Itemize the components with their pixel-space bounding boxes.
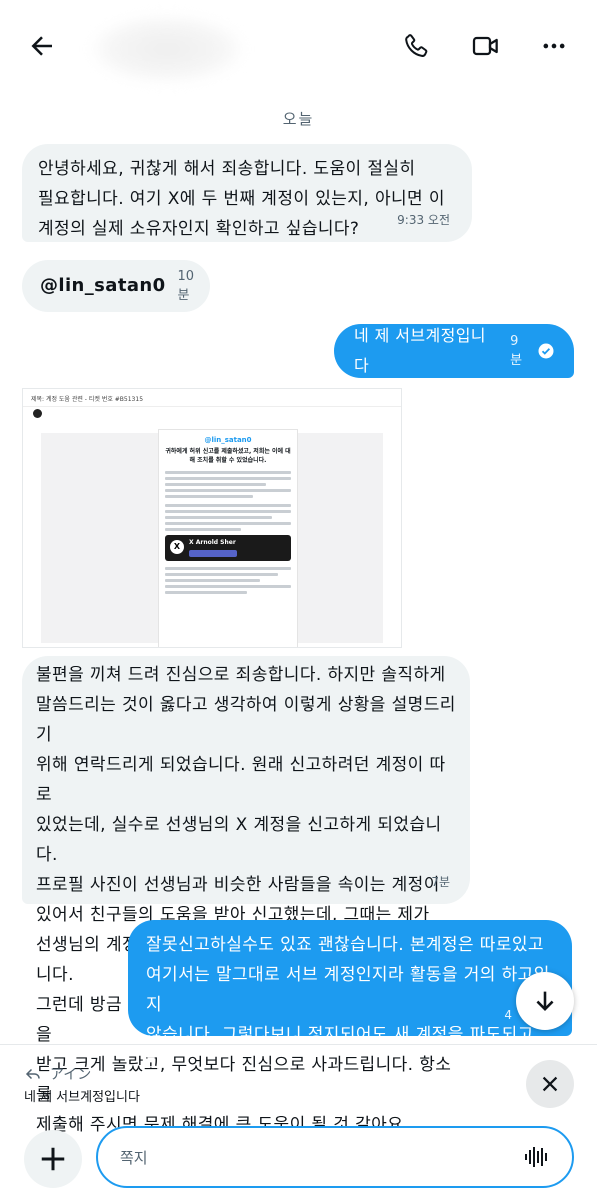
image-attachment[interactable]: 제목: 계정 도움 관련 - 티켓 번호 #B51315 @lin_satan0… xyxy=(22,388,402,648)
message-timestamp: 7분 xyxy=(431,875,450,889)
reply-author-row: アイン xyxy=(24,1064,91,1084)
x-badge-button xyxy=(189,550,237,557)
x-icon: X xyxy=(170,540,184,554)
message-line: 있었는데, 실수로 선생님의 X 계정을 신고하게 되었습니다. xyxy=(36,815,442,865)
email-body-lines xyxy=(165,471,291,531)
message-line: 말씀드리는 것이 옳다고 생각하여 이렇게 상황을 설명드리기 xyxy=(36,695,456,745)
message-line: 필요합니다. 여기 X에 두 번째 계정이 있는지, 아니면 이 xyxy=(38,189,445,209)
message-input[interactable]: 쪽지 xyxy=(96,1126,574,1188)
message-input-placeholder: 쪽지 xyxy=(120,1148,148,1167)
arrow-left-icon xyxy=(31,36,52,56)
incoming-message[interactable]: @lin_satan0 10분 xyxy=(22,260,210,312)
more-horizontal-icon xyxy=(543,43,565,49)
reply-arrow-icon xyxy=(25,1068,40,1080)
message-timestamp: 4 xyxy=(504,1008,512,1022)
cancel-reply-button[interactable] xyxy=(526,1060,574,1108)
email-sender-row xyxy=(33,409,42,418)
incoming-message[interactable]: 안녕하세요, 귀찮게 해서 죄송합니다. 도움이 절실히 필요합니다. 여기 X… xyxy=(22,144,472,242)
x-logo-icon xyxy=(33,409,42,418)
message-text: @lin_satan0 xyxy=(40,275,166,296)
plus-icon xyxy=(41,1147,65,1171)
message-line: 프로필 사진이 선생님과 비슷한 사람들을 속이는 계정이 xyxy=(36,875,440,895)
message-line: 잘못신고하실수도 있죠 괜찮습니다. 본계정은 따로있고 xyxy=(146,935,544,955)
scroll-to-bottom-button[interactable] xyxy=(516,972,574,1030)
message-text: 네 제 서브계정입니다 xyxy=(354,326,486,375)
voice-wave-icon[interactable] xyxy=(522,1143,550,1171)
message-line: 위해 연락드리게 되었습니다. 원래 신고하려던 계정이 따로 xyxy=(36,755,446,805)
message-line: 불편을 끼쳐 드려 진심으로 죄송합니다. 하지만 솔직하게 xyxy=(36,665,446,685)
email-footer-lines xyxy=(165,567,291,594)
arrow-down-icon xyxy=(536,991,554,1011)
message-line: 계정의 실제 소유자인지 확인하고 싶습니다? xyxy=(38,219,360,239)
back-button[interactable] xyxy=(22,26,62,66)
reply-preview: アイン 네 제 서브계정입니다 xyxy=(0,1046,597,1116)
date-separator: 오늘 xyxy=(282,110,315,128)
outgoing-message[interactable]: 잘못신고하실수도 있죠 괜찮습니다. 본계정은 따로있고 여기서는 말그대로 서… xyxy=(128,920,572,1105)
email-subject-bar: 제목: 계정 도움 관련 - 티켓 번호 #B51315 xyxy=(23,389,401,407)
more-button[interactable] xyxy=(534,26,574,66)
email-handle: @lin_satan0 xyxy=(204,436,252,444)
message-timestamp: 10분 xyxy=(177,269,195,303)
close-icon xyxy=(542,1076,558,1092)
call-button[interactable] xyxy=(396,26,436,66)
composer-divider xyxy=(0,1044,597,1045)
message-timestamp: 9:33 오전 xyxy=(397,213,450,227)
x-profile-badge: X X Arnold Sher xyxy=(165,535,291,561)
email-card: @lin_satan0 귀하에게 허위 신고를 제출하셨고, 저희는 이에 대해… xyxy=(158,429,298,647)
video-camera-icon xyxy=(472,36,498,56)
chat-header xyxy=(0,0,597,92)
video-call-button[interactable] xyxy=(466,26,506,66)
message-line: 여기서는 말그대로 서브 계정인지라 활동을 거의 하고있지 xyxy=(146,965,550,1015)
message-text: 안녕하세요, 귀찮게 해서 죄송합니다. 도움이 절실히 필요합니다. 여기 X… xyxy=(38,154,456,244)
incoming-message[interactable]: 불편을 끼쳐 드려 진심으로 죄송합니다. 하지만 솔직하게 말씀드리는 것이 … xyxy=(22,656,470,1135)
email-headline: 귀하에게 허위 신고를 제출하셨고, 저희는 이에 대해 조치를 취할 수 있었… xyxy=(165,448,291,464)
reply-quoted-text: 네 제 서브계정입니다 xyxy=(24,1090,140,1105)
check-circle-icon xyxy=(538,343,554,359)
message-timestamp: 9분 xyxy=(510,334,523,368)
reply-author: アイン xyxy=(50,1067,92,1083)
phone-icon xyxy=(405,34,428,57)
message-line: 안녕하세요, 귀찮게 해서 죄송합니다. 도움이 절실히 xyxy=(38,159,416,179)
contact-name[interactable] xyxy=(92,8,272,88)
add-media-button[interactable] xyxy=(24,1130,82,1188)
x-badge-name: X Arnold Sher xyxy=(189,539,236,546)
blurred-name-area xyxy=(92,16,242,82)
outgoing-message[interactable]: 네 제 서브계정입니다 9분 xyxy=(334,324,574,378)
